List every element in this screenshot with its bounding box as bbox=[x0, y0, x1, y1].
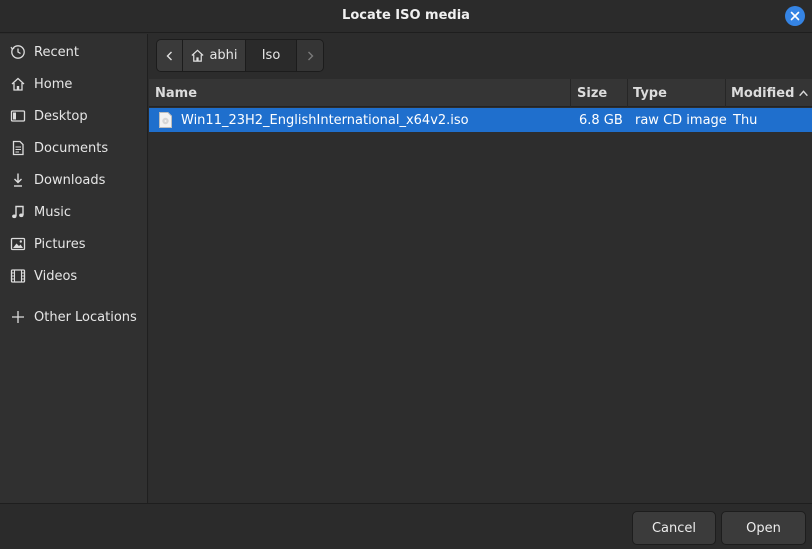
sidebar-item-documents[interactable]: Documents bbox=[0, 132, 147, 164]
path-segment-iso[interactable]: Iso bbox=[246, 40, 297, 71]
column-type-header[interactable]: Type bbox=[633, 79, 725, 107]
places-sidebar: Recent Home Desktop Documents Downloads … bbox=[0, 34, 148, 503]
sidebar-item-videos[interactable]: Videos bbox=[0, 260, 147, 292]
download-icon bbox=[13, 173, 22, 187]
breadcrumb: abhi Iso bbox=[156, 39, 324, 72]
sidebar-item-desktop[interactable]: Desktop bbox=[0, 100, 147, 132]
file-size: 6.8 GB bbox=[579, 112, 623, 128]
sidebar-item-label: Music bbox=[34, 204, 71, 220]
close-icon bbox=[790, 11, 800, 21]
column-modified-header[interactable]: Modified bbox=[731, 79, 811, 107]
sidebar-item-music[interactable]: Music bbox=[0, 196, 147, 228]
table-row[interactable]: Win11_23H2_EnglishInternational_x64v2.is… bbox=[149, 108, 812, 132]
sort-ascending-icon bbox=[799, 89, 809, 96]
music-icon bbox=[11, 205, 24, 219]
plus-icon bbox=[11, 311, 24, 323]
path-segment-home[interactable]: abhi bbox=[183, 40, 246, 71]
title-bar: Locate ISO media bbox=[0, 0, 812, 33]
sidebar-item-other-locations[interactable]: Other Locations bbox=[0, 301, 147, 333]
chevron-left-icon bbox=[166, 51, 172, 60]
desktop-icon bbox=[10, 110, 25, 122]
sidebar-item-label: Recent bbox=[34, 44, 79, 60]
column-header: Name Size Type Modified bbox=[149, 79, 812, 107]
home-icon bbox=[191, 49, 204, 62]
dialog-title: Locate ISO media bbox=[342, 8, 470, 23]
path-bar: abhi Iso bbox=[148, 34, 812, 79]
chevron-right-icon bbox=[308, 51, 314, 60]
close-button[interactable] bbox=[785, 6, 805, 26]
back-button[interactable] bbox=[157, 40, 183, 71]
sidebar-item-label: Documents bbox=[34, 140, 109, 156]
sidebar-item-label: Home bbox=[34, 76, 73, 92]
sidebar-item-pictures[interactable]: Pictures bbox=[0, 228, 147, 260]
sidebar-item-downloads[interactable]: Downloads bbox=[0, 164, 147, 196]
open-button[interactable]: Open bbox=[721, 511, 806, 545]
home-icon bbox=[11, 77, 24, 91]
disc-image-file-icon bbox=[159, 112, 172, 128]
video-icon bbox=[10, 269, 25, 283]
cancel-button[interactable]: Cancel bbox=[632, 511, 716, 545]
sidebar-item-label: Pictures bbox=[34, 236, 86, 252]
file-modified: Thu bbox=[733, 112, 758, 128]
document-icon bbox=[12, 140, 24, 156]
forward-button[interactable] bbox=[297, 40, 323, 71]
path-segment-label: abhi bbox=[209, 48, 238, 63]
file-type: raw CD image bbox=[635, 112, 727, 128]
file-name: Win11_23H2_EnglishInternational_x64v2.is… bbox=[181, 112, 469, 128]
sidebar-item-label: Videos bbox=[34, 268, 78, 284]
column-size-header[interactable]: Size bbox=[577, 79, 627, 107]
column-name-header[interactable]: Name bbox=[155, 79, 570, 107]
action-bar: Cancel Open bbox=[0, 503, 812, 549]
path-segment-label: Iso bbox=[261, 48, 281, 63]
picture-icon bbox=[10, 237, 25, 251]
file-list: Name Size Type Modified Win11_23H2_Engli… bbox=[149, 79, 812, 503]
sidebar-item-label: Other Locations bbox=[34, 309, 137, 325]
sidebar-item-home[interactable]: Home bbox=[0, 68, 147, 100]
sidebar-item-recent[interactable]: Recent bbox=[0, 36, 147, 68]
sidebar-item-label: Desktop bbox=[34, 108, 88, 124]
clock-icon bbox=[10, 45, 25, 59]
sidebar-item-label: Downloads bbox=[34, 172, 106, 188]
